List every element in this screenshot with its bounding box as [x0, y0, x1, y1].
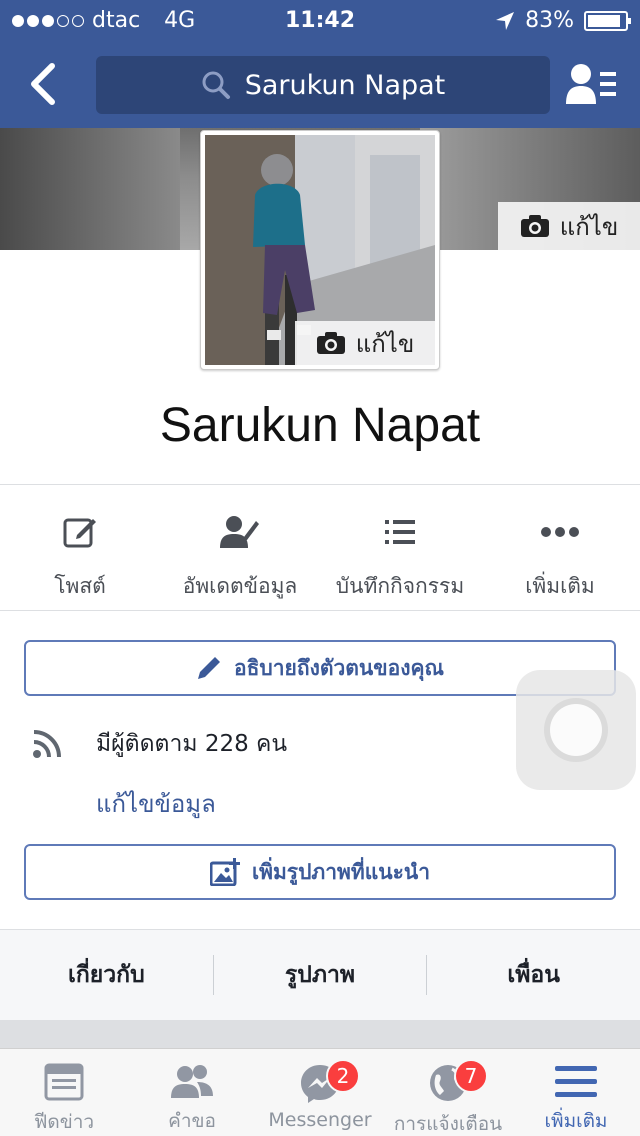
tab-friends[interactable]: เพื่อน: [427, 957, 640, 993]
profile-actions: โพสต์ อัพเดตข้อมูล บันทึกกิจกรรม เพิ่มเต…: [0, 486, 640, 610]
tab-more-label: เพิ่มเติม: [544, 1110, 608, 1132]
notifications-badge: 7: [454, 1059, 488, 1093]
more-action-label: เพิ่มเติม: [525, 574, 595, 598]
hamburger-menu-icon: [555, 1065, 597, 1097]
describe-yourself-label: อธิบายถึงตัวตนของคุณ: [234, 655, 444, 680]
person-list-icon: [566, 64, 616, 104]
news-feed-icon: [44, 1063, 84, 1101]
tab-messenger[interactable]: Messenger 2: [256, 1049, 384, 1136]
tab-news-feed-label: ฟีดข่าว: [33, 1111, 95, 1133]
tab-about[interactable]: เกี่ยวกับ: [0, 957, 213, 993]
tab-photos[interactable]: รูปภาพ: [214, 957, 427, 993]
status-right: 83%: [495, 8, 631, 33]
divider: [0, 484, 640, 485]
assistive-touch-button[interactable]: [516, 670, 636, 790]
friends-list-button[interactable]: [566, 62, 618, 106]
avatar: แก้ไข: [205, 135, 435, 365]
bottom-tab-bar: ฟีดข่าว คำขอ Messenger 2 การแจ้งเตือน 7 …: [0, 1048, 640, 1136]
add-featured-label: เพิ่มรูปภาพที่แนะนำ: [251, 859, 431, 884]
location-arrow-icon: [496, 11, 515, 30]
search-bar[interactable]: Sarukun Napat: [96, 56, 550, 114]
search-icon: [202, 71, 230, 99]
followers-row: มีผู้ติดตาม 228 คน: [32, 726, 287, 762]
more-action[interactable]: เพิ่มเติม: [480, 486, 640, 610]
tab-notifications-label: การแจ้งเตือน: [393, 1113, 503, 1135]
tab-notifications[interactable]: การแจ้งเตือน 7: [384, 1049, 512, 1136]
divider: [0, 610, 640, 611]
add-photo-icon: [209, 858, 240, 886]
camera-icon: [316, 332, 345, 354]
activity-log-action[interactable]: บันทึกกิจกรรม: [320, 486, 480, 610]
friend-requests-icon: [171, 1064, 213, 1098]
tab-requests-label: คำขอ: [168, 1110, 216, 1132]
back-button[interactable]: [24, 62, 64, 106]
edit-cover-label: แก้ไข: [559, 212, 619, 241]
edit-avatar-label: แก้ไข: [355, 329, 415, 358]
tab-messenger-label: Messenger: [268, 1109, 372, 1131]
search-text: Sarukun Napat: [244, 69, 446, 101]
status-bar: dtac 4G 11:42 83%: [0, 0, 640, 40]
tab-news-feed[interactable]: ฟีดข่าว: [0, 1049, 128, 1136]
edit-cover-button[interactable]: แก้ไข: [498, 202, 640, 250]
followers-count: มีผู้ติดตาม 228 คน: [96, 731, 288, 757]
top-bar: dtac 4G 11:42 83% Sarukun Napat: [0, 0, 640, 128]
post-action[interactable]: โพสต์: [0, 486, 160, 610]
chevron-left-icon: [31, 63, 55, 105]
camera-icon: [520, 215, 549, 237]
battery-percent: 83%: [525, 8, 574, 33]
pencil-icon: [198, 657, 220, 679]
edit-avatar-button[interactable]: แก้ไข: [295, 321, 435, 365]
assistive-touch-icon: [544, 698, 608, 762]
section-spacer: [0, 1020, 640, 1048]
profile-tabs: เกี่ยวกับ รูปภาพ เพื่อน: [0, 930, 640, 1020]
compose-icon: [63, 518, 96, 548]
activity-log-icon: [385, 520, 415, 544]
battery-icon: [584, 10, 631, 31]
edit-details-link[interactable]: แก้ไขข้อมูล: [96, 784, 216, 823]
messenger-badge: 2: [326, 1059, 360, 1093]
update-info-label: อัพเดตข้อมูล: [182, 574, 298, 598]
profile-picture[interactable]: แก้ไข: [200, 130, 440, 370]
edit-profile-icon: [220, 516, 259, 548]
tab-more[interactable]: เพิ่มเติม: [512, 1049, 640, 1136]
more-icon: [541, 527, 579, 537]
profile-name: Sarukun Napat: [159, 399, 481, 452]
tab-requests[interactable]: คำขอ: [128, 1049, 256, 1136]
add-featured-photos-button[interactable]: เพิ่มรูปภาพที่แนะนำ: [24, 844, 616, 900]
rss-icon: [33, 730, 61, 758]
post-action-label: โพสต์: [54, 574, 106, 598]
activity-log-label: บันทึกกิจกรรม: [335, 574, 465, 598]
update-info-action[interactable]: อัพเดตข้อมูล: [160, 486, 320, 610]
